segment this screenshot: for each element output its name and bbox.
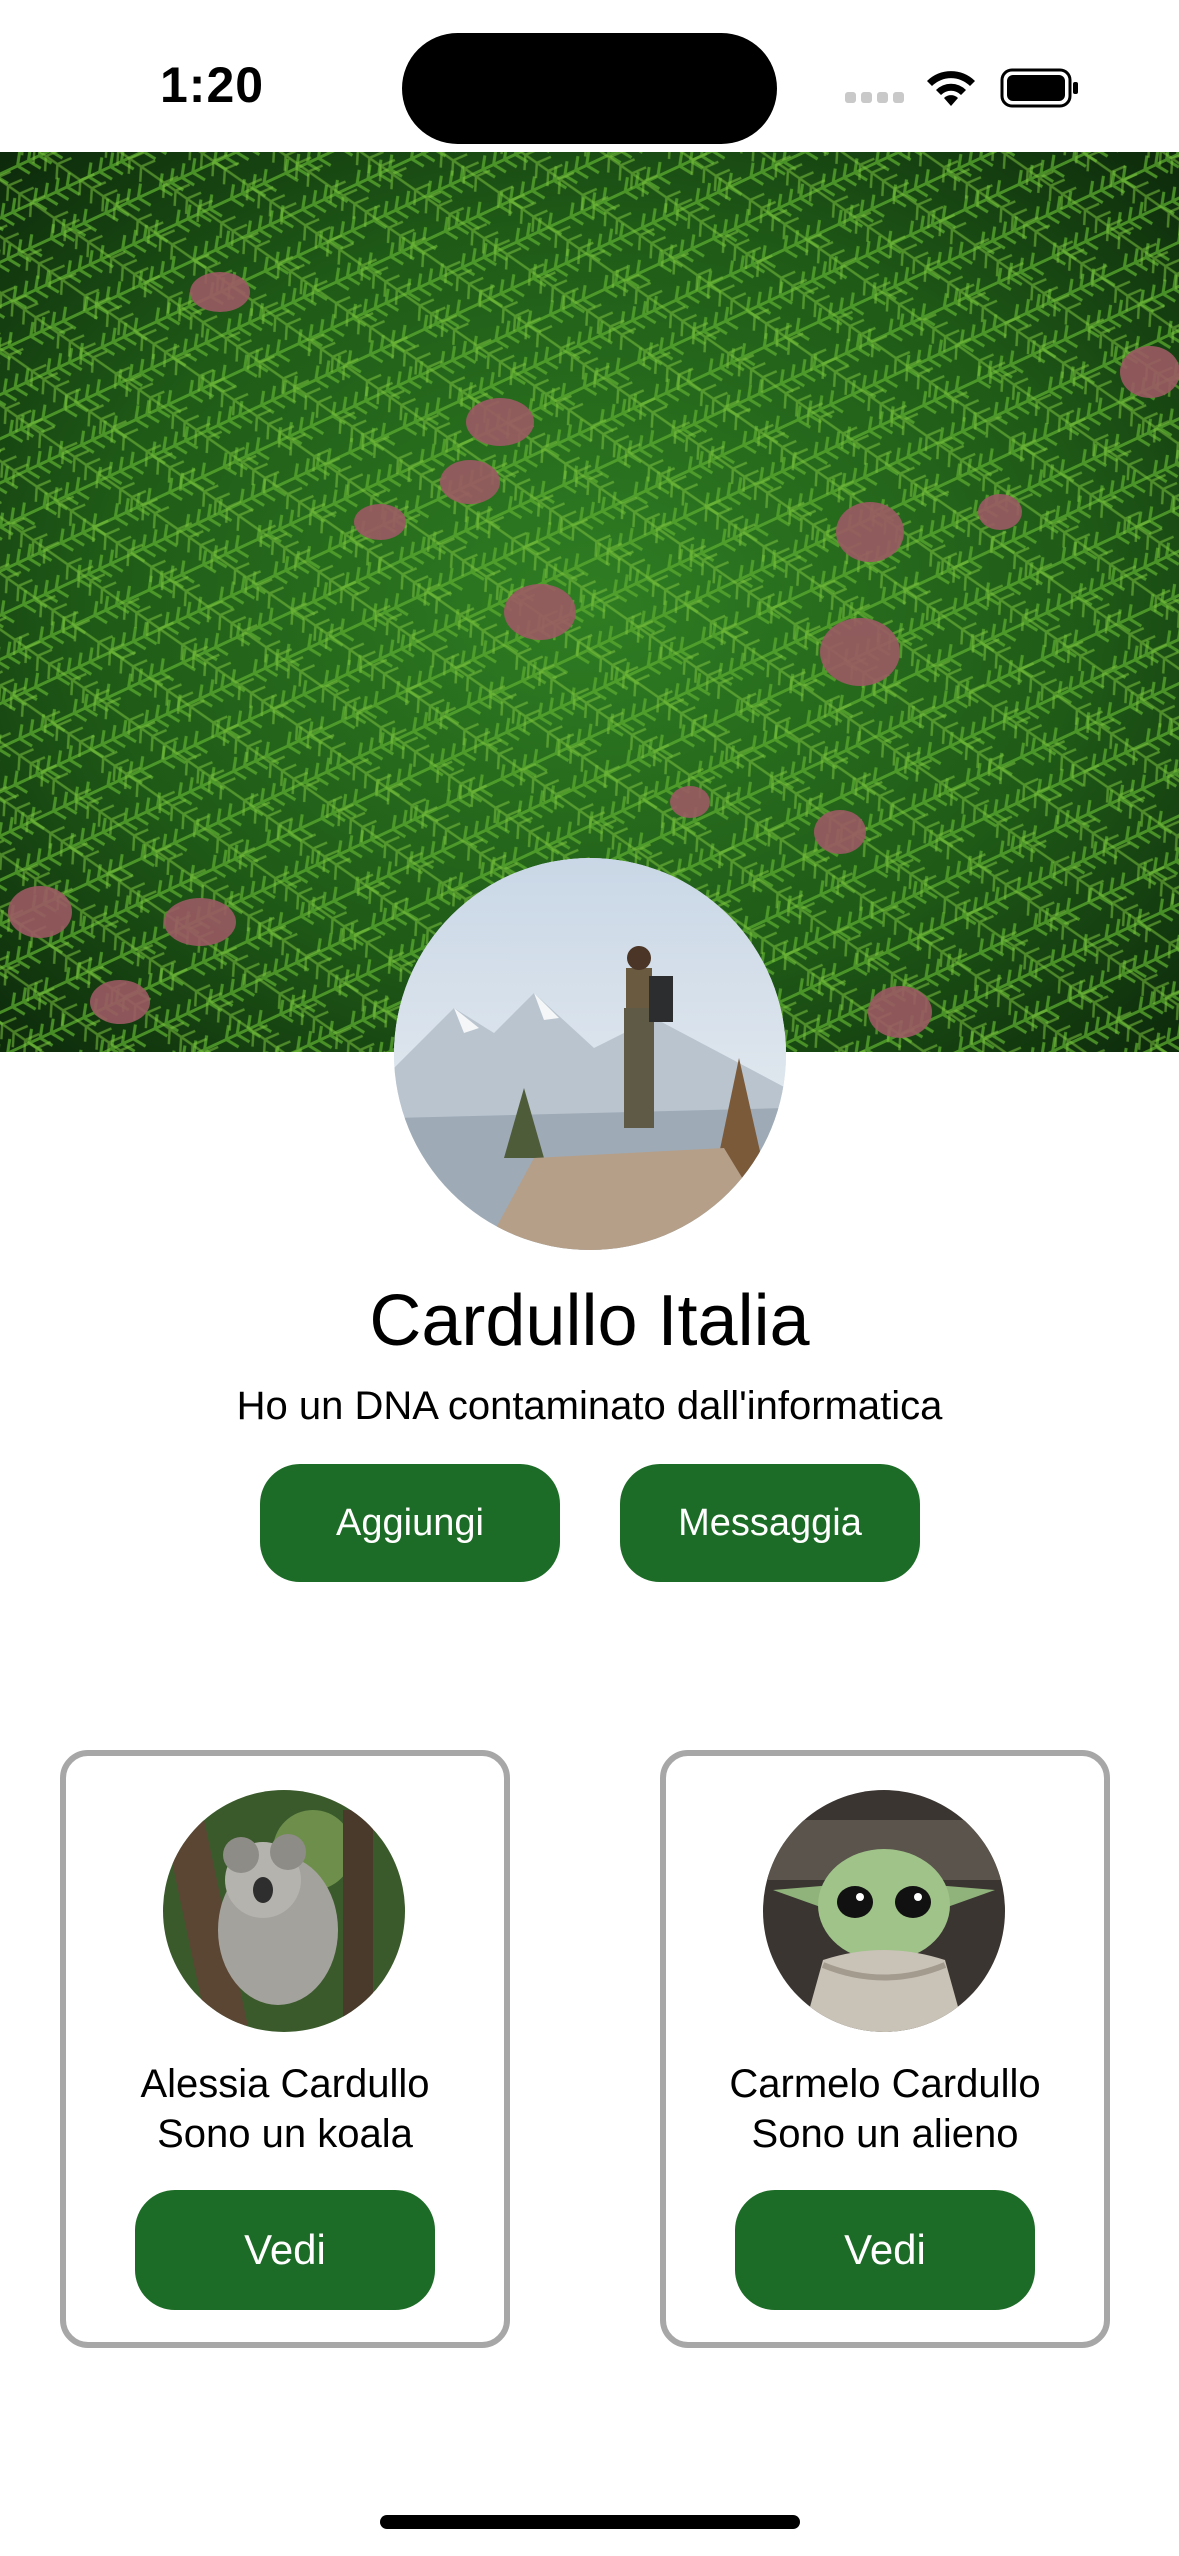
friend-description: Sono un koala — [157, 2112, 413, 2156]
view-button[interactable]: Vedi — [735, 2190, 1035, 2310]
view-button[interactable]: Vedi — [135, 2190, 435, 2310]
friend-name: Carmelo Cardullo — [729, 2062, 1041, 2106]
status-bar: 1:20 — [0, 0, 1179, 152]
add-button[interactable]: Aggiungi — [260, 1464, 560, 1582]
battery-icon — [1000, 68, 1080, 108]
wifi-icon — [922, 66, 980, 110]
cellular-signal-icon — [845, 92, 905, 106]
friend-card: Alessia Cardullo Sono un koala Vedi — [60, 1750, 510, 2348]
dynamic-island — [402, 33, 777, 144]
profile-screen: 1:20 Cardullo Italia Ho un DNA contamina… — [0, 0, 1179, 2556]
friend-description: Sono un alieno — [751, 2112, 1019, 2156]
profile-name: Cardullo Italia — [369, 1281, 810, 1361]
friend-avatar — [763, 1790, 1005, 2032]
home-indicator[interactable] — [380, 2515, 800, 2529]
profile-bio: Ho un DNA contaminato dall'informatica — [236, 1384, 943, 1428]
status-time: 1:20 — [160, 57, 265, 113]
message-button[interactable]: Messaggia — [620, 1464, 920, 1582]
friend-avatar — [163, 1790, 405, 2032]
profile-avatar — [394, 858, 786, 1250]
friend-name: Alessia Cardullo — [140, 2062, 430, 2106]
friend-card: Carmelo Cardullo Sono un alieno Vedi — [660, 1750, 1110, 2348]
